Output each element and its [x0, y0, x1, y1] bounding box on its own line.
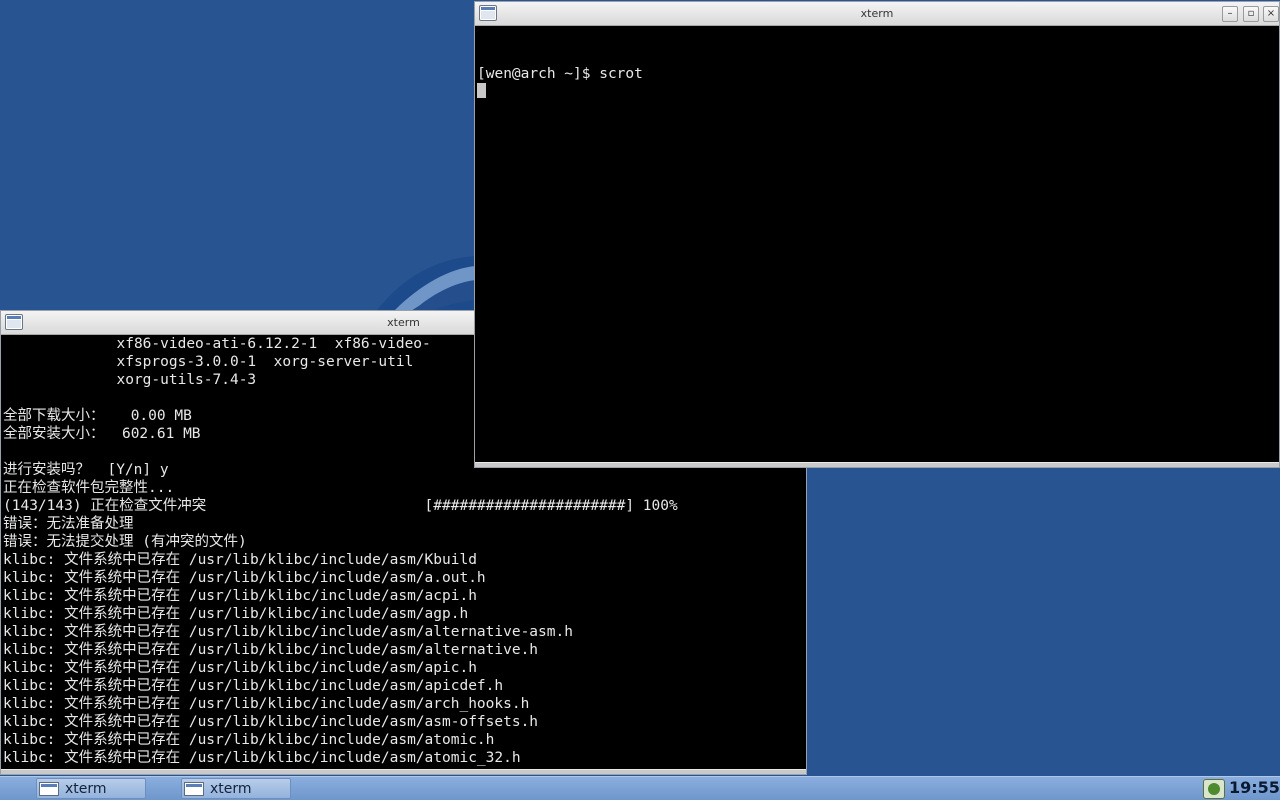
text-cursor: [477, 83, 486, 98]
terminal-line: klibc: 文件系统中已存在 /usr/lib/klibc/include/a…: [3, 696, 530, 712]
window-resize-handle[interactable]: [1, 769, 806, 774]
terminal-cursor-line: [477, 83, 1277, 101]
terminal-line: klibc: 文件系统中已存在 /usr/lib/klibc/include/a…: [3, 588, 477, 604]
terminal-icon: [39, 782, 59, 796]
terminal-line: klibc: 文件系统中已存在 /usr/lib/klibc/include/a…: [3, 678, 504, 694]
terminal-line: (143/143) 正在检查文件冲突 [####################…: [3, 498, 678, 514]
terminal-line: klibc: 文件系统中已存在 /usr/lib/klibc/include/a…: [3, 552, 477, 568]
terminal-line: klibc: 文件系统中已存在 /usr/lib/klibc/include/a…: [3, 660, 477, 676]
task-label: xterm: [210, 781, 252, 797]
xterm-window-front[interactable]: xterm – ▫ × [wen@arch ~]$ scrot: [474, 1, 1280, 468]
terminal-line: 错误：无法准备处理: [3, 516, 134, 532]
terminal-line: klibc: 文件系统中已存在 /usr/lib/klibc/include/a…: [3, 624, 573, 640]
titlebar[interactable]: xterm – ▫ ×: [475, 2, 1279, 26]
terminal-line: klibc: 文件系统中已存在 /usr/lib/klibc/include/a…: [3, 606, 469, 622]
terminal-line: klibc: 文件系统中已存在 /usr/lib/klibc/include/a…: [3, 750, 521, 766]
window-title: xterm: [860, 7, 894, 20]
minimize-button[interactable]: –: [1222, 6, 1238, 22]
clock[interactable]: 19:55: [1229, 778, 1280, 797]
taskbar: xterm xterm 19:55: [0, 776, 1280, 800]
network-status-icon[interactable]: [1203, 779, 1225, 799]
terminal-icon: [184, 782, 204, 796]
terminal-line: klibc: 文件系统中已存在 /usr/lib/klibc/include/a…: [3, 570, 486, 586]
terminal-line: 错误：无法提交处理 (有冲突的文件): [3, 534, 247, 550]
task-label: xterm: [65, 781, 107, 797]
terminal-output[interactable]: [wen@arch ~]$ scrot: [477, 29, 1277, 462]
maximize-button[interactable]: ▫: [1243, 6, 1259, 22]
terminal-line: klibc: 文件系统中已存在 /usr/lib/klibc/include/a…: [3, 714, 539, 730]
close-button[interactable]: ×: [1263, 6, 1279, 22]
terminal-line: klibc: 文件系统中已存在 /usr/lib/klibc/include/a…: [3, 732, 495, 748]
terminal-line: [wen@arch ~]$ scrot: [477, 66, 643, 82]
window-resize-handle[interactable]: [475, 462, 1279, 467]
taskbar-item-xterm-2[interactable]: xterm: [181, 778, 291, 799]
terminal-line: klibc: 文件系统中已存在 /usr/lib/klibc/include/a…: [3, 642, 539, 658]
terminal-line: 正在检查软件包完整性...: [3, 480, 175, 496]
taskbar-item-xterm-1[interactable]: xterm: [36, 778, 146, 799]
